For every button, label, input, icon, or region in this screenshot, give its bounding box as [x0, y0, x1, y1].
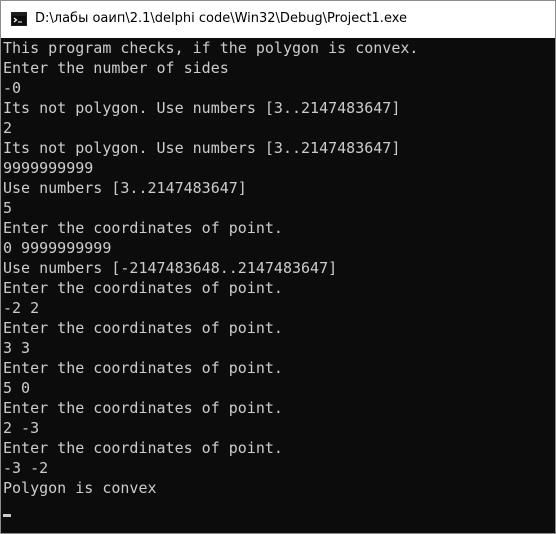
console-line: Polygon is convex [3, 479, 157, 497]
console-line: Use numbers [3..2147483647] [3, 179, 247, 197]
console-line: Enter the coordinates of point. [3, 439, 283, 457]
console-line: 5 0 [3, 379, 31, 397]
console-line: 5 [3, 199, 13, 217]
console-line: 3 3 [3, 339, 31, 357]
console-line: Enter the coordinates of point. [3, 219, 283, 237]
console-line: Enter the coordinates of point. [3, 279, 283, 297]
text-cursor [3, 514, 11, 517]
console-line: Enter the coordinates of point. [3, 399, 283, 417]
console-line: 9999999999 [3, 159, 94, 177]
title-bar[interactable]: D:\лабы оаип\2.1\delphi code\Win32\Debug… [1, 1, 555, 38]
console-line: Enter the coordinates of point. [3, 319, 283, 337]
console-line: -2 2 [3, 299, 40, 317]
console-line: 2 [3, 119, 13, 137]
console-line: This program checks, if the polygon is c… [3, 39, 419, 57]
console-line: Enter the number of sides [3, 59, 229, 77]
console-line: Enter the coordinates of point. [3, 359, 283, 377]
console-line: -3 -2 [3, 459, 49, 477]
console-line: -0 [3, 79, 22, 97]
console-line: Use numbers [-2147483648..2147483647] [3, 259, 338, 277]
console-output[interactable]: This program checks, if the polygon is c… [1, 38, 555, 533]
console-line: Its not polygon. Use numbers [3..2147483… [3, 139, 401, 157]
console-window: D:\лабы оаип\2.1\delphi code\Win32\Debug… [0, 0, 556, 534]
console-line: 2 -3 [3, 419, 40, 437]
console-line: Its not polygon. Use numbers [3..2147483… [3, 99, 401, 117]
console-line: 0 9999999999 [3, 239, 112, 257]
console-app-icon [11, 12, 27, 26]
window-title: D:\лабы оаип\2.1\delphi code\Win32\Debug… [35, 11, 408, 26]
